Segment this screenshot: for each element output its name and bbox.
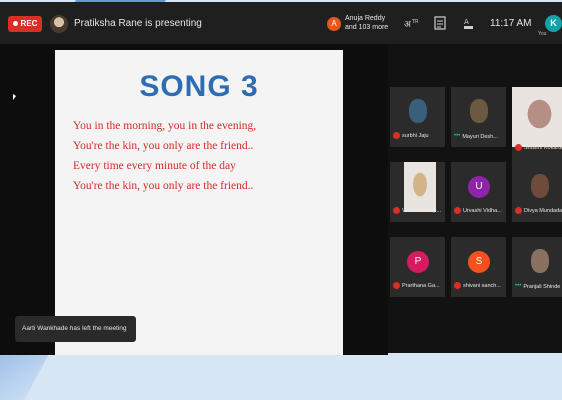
participant-tile[interactable]: Varsha Deshp... (390, 162, 445, 222)
participant-tile[interactable]: Sshivani sanch... (451, 237, 506, 297)
participant-tile[interactable]: ••• Pranjali Shinde (512, 237, 562, 297)
slide-line: You're the kin, you only are the friend.… (73, 140, 254, 152)
participant-name: Urvashi Vidha... (454, 207, 508, 216)
participant-name: Divya Mundada (515, 207, 562, 216)
speaking-indicator-icon: ••• (515, 283, 522, 289)
svg-text:TR: TR (411, 19, 419, 25)
mic-off-icon (515, 207, 522, 215)
slide-line: Every time every minute of the day (73, 160, 236, 172)
participant-avatar[interactable]: A (327, 17, 341, 31)
participant-tile[interactable]: surbhi Jaju (390, 87, 445, 147)
participant-name: ••• Mayuri Desh... (454, 132, 508, 142)
participant-name-label: Pranjali Shinde (523, 283, 561, 290)
participant-name: Prarthana Ga... (393, 282, 447, 291)
mic-off-icon (393, 282, 400, 290)
self-label: You (538, 31, 547, 37)
notes-icon[interactable] (434, 16, 446, 34)
participant-name: Shusmi Kokarde (515, 144, 562, 153)
participant-name: surbhi Jaju (393, 132, 447, 141)
svg-text:A: A (464, 18, 469, 26)
participant-initial-avatar: P (407, 251, 429, 273)
participant-name-label: Mayuri Desh... (462, 133, 498, 140)
audio-format-icon[interactable]: A (463, 16, 475, 34)
participant-initial-avatar: S (468, 251, 490, 273)
participant-photo (531, 174, 549, 198)
participant-tile[interactable]: P Prarthana Ga... (390, 237, 445, 297)
participant-photo (409, 99, 427, 123)
participant-name-label: Divya Mundada (524, 208, 562, 214)
participant-name-label: surbhi Jaju (402, 133, 429, 139)
meeting-top-bar: REC Pratiksha Rane is presenting A Anuja… (0, 2, 562, 44)
participant-name-label: Urvashi Vidha... (463, 208, 502, 214)
participant-name-label: shivani sanch... (463, 283, 501, 289)
slide-title: SONG 3 (139, 70, 259, 103)
participant-initial-avatar: U (468, 176, 490, 198)
presenting-text: Pratiksha Rane is presenting (74, 18, 202, 29)
participant-name-label: Prarthana Ga... (402, 283, 440, 289)
participants-line2: and 103 more (345, 24, 389, 31)
mouse-cursor-icon (13, 94, 16, 100)
mic-off-icon (454, 207, 461, 215)
mic-off-icon (515, 144, 522, 152)
mic-off-icon (393, 207, 400, 215)
translate-icon[interactable]: अ TR (404, 16, 420, 34)
self-avatar[interactable]: K (545, 15, 562, 32)
speaking-indicator-icon: ••• (454, 133, 461, 139)
presentation-slide: SONG 3 You in the morning, you in the ev… (55, 50, 343, 355)
participant-tile[interactable]: Divya Mundada (512, 162, 562, 222)
mic-off-icon (454, 282, 461, 290)
participant-name: shivani sanch... (454, 282, 508, 291)
mic-off-icon (393, 132, 400, 140)
participant-tile[interactable]: Shusmi Kokarde (512, 87, 562, 162)
participant-video (404, 162, 436, 212)
record-dot-icon (12, 21, 18, 27)
slide-line: You in the morning, you in the evening, (73, 120, 257, 132)
participant-tile[interactable]: U Urvashi Vidha... (451, 162, 506, 222)
meeting-window: REC Pratiksha Rane is presenting A Anuja… (0, 2, 562, 355)
participant-name-label: Varsha Deshp... (402, 208, 442, 214)
participants-summary[interactable]: Anuja Reddy and 103 more (345, 14, 388, 32)
presenter-avatar (50, 15, 68, 33)
participant-video (512, 87, 562, 147)
participant-name: Varsha Deshp... (393, 207, 447, 216)
recording-label: REC (20, 19, 38, 28)
participant-name: ••• Pranjali Shinde (515, 282, 562, 292)
participant-name-label: Shusmi Kokarde (524, 145, 562, 151)
notification-toast: Aarti Wankhade has left the meeting (15, 316, 136, 342)
participant-photo (470, 99, 488, 123)
participants-line1: Anuja Reddy (345, 15, 386, 22)
participant-photo (531, 249, 549, 273)
slide-line: You're the kin, you only are the friend.… (73, 180, 254, 192)
recording-badge: REC (8, 16, 42, 32)
participant-tile[interactable]: ••• Mayuri Desh... (451, 87, 506, 147)
clock: 11:17 AM (490, 18, 532, 29)
svg-text:अ: अ (404, 20, 412, 30)
